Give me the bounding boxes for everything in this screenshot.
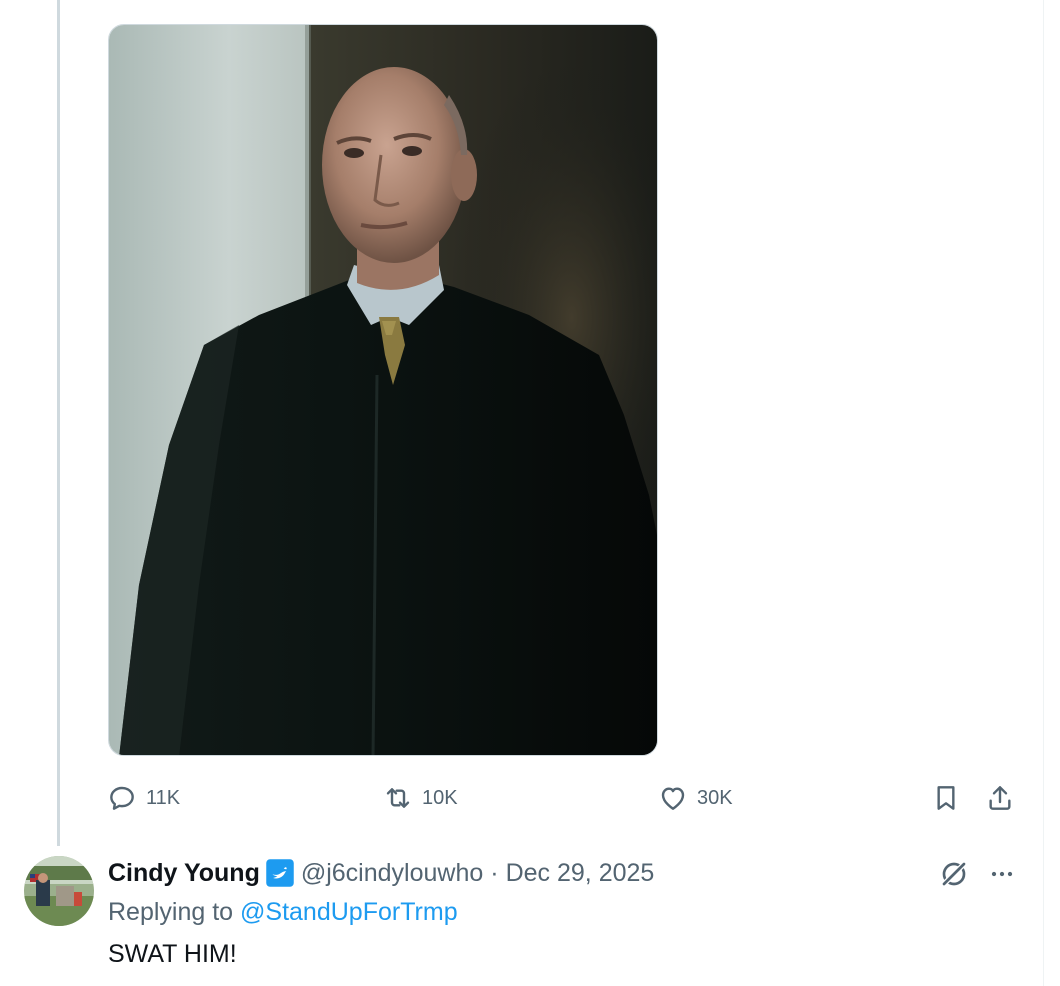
tweet-action-bar: 11K 10K 30K <box>106 778 1024 818</box>
avatar-photo <box>24 856 94 926</box>
share-button[interactable] <box>984 778 1016 818</box>
like-button[interactable]: 30K <box>657 778 733 818</box>
tweet-media-photo[interactable] <box>108 24 658 756</box>
reply-count: 11K <box>146 786 181 809</box>
share-icon <box>989 786 1011 810</box>
retweet-count: 10K <box>422 786 458 809</box>
photo-judge-in-robe <box>109 25 657 755</box>
reply-text: SWAT HIM! <box>108 940 237 968</box>
display-name[interactable]: Cindy Young <box>108 859 260 888</box>
bookmark-icon <box>937 786 955 810</box>
bookmark-button[interactable] <box>930 778 962 818</box>
column-border <box>1043 0 1044 986</box>
mention-link[interactable]: @StandUpForTrmp <box>240 898 458 926</box>
reply-header: Cindy Young @j6cindylouwho · Dec 29, 202… <box>108 856 654 890</box>
replying-to-label: Replying to <box>108 898 234 926</box>
separator-dot: · <box>490 858 499 887</box>
thread-connector-line <box>57 0 60 846</box>
more-dots-icon <box>991 871 1013 877</box>
replying-to-line: Replying to @StandUpForTrmp <box>108 898 458 927</box>
speech-bubble-icon <box>110 786 134 810</box>
grok-icon <box>940 860 968 888</box>
retweet-icon <box>386 788 410 808</box>
more-options-button[interactable] <box>982 854 1022 894</box>
tweet-date[interactable]: Dec 29, 2025 <box>506 859 655 888</box>
reply-tweet[interactable]: Cindy Young @j6cindylouwho · Dec 29, 202… <box>0 840 1043 986</box>
retweet-button[interactable]: 10K <box>382 778 458 818</box>
heart-icon <box>661 787 685 810</box>
verified-badge-icon[interactable] <box>265 858 295 888</box>
user-handle[interactable]: @j6cindylouwho <box>301 859 483 888</box>
grok-button[interactable] <box>934 854 974 894</box>
avatar[interactable] <box>24 856 94 926</box>
reply-button[interactable]: 11K <box>106 778 180 818</box>
like-count: 30K <box>697 786 733 809</box>
